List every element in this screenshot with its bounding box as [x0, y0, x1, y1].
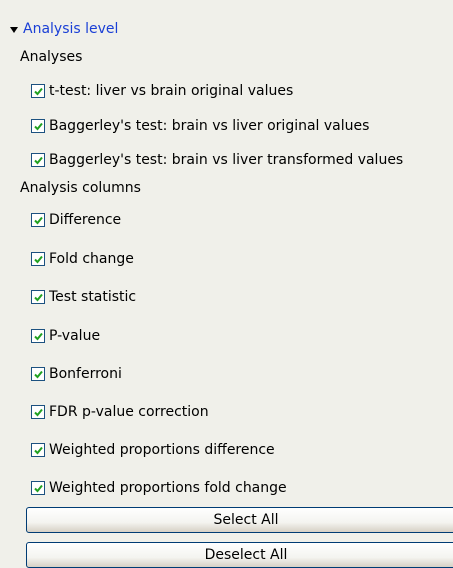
checkbox-checked-icon[interactable]	[31, 405, 45, 419]
analysis-checkbox-row[interactable]: Baggerley's test: brain vs liver transfo…	[31, 152, 403, 168]
column-checkbox-row[interactable]: FDR p-value correction	[31, 404, 209, 420]
checkbox-checked-icon[interactable]	[31, 213, 45, 227]
column-checkbox-row[interactable]: Weighted proportions difference	[31, 442, 275, 458]
checkbox-checked-icon[interactable]	[31, 84, 45, 98]
checkbox-checked-icon[interactable]	[31, 290, 45, 304]
checkbox-checked-icon[interactable]	[31, 481, 45, 495]
column-checkbox-row[interactable]: Difference	[31, 212, 121, 228]
select-all-button[interactable]: Select All	[26, 507, 453, 533]
checkbox-label: t-test: liver vs brain original values	[49, 83, 294, 99]
checkbox-checked-icon[interactable]	[31, 119, 45, 133]
analysis-level-panel: Analysis level Analyses t-test: liver vs…	[0, 0, 453, 568]
analysis-level-toggle[interactable]: Analysis level	[10, 21, 118, 37]
checkbox-checked-icon[interactable]	[31, 367, 45, 381]
checkbox-checked-icon[interactable]	[31, 329, 45, 343]
deselect-all-button[interactable]: Deselect All	[26, 542, 453, 568]
checkbox-checked-icon[interactable]	[31, 252, 45, 266]
checkbox-label: Weighted proportions fold change	[49, 480, 287, 496]
checkbox-label: Baggerley's test: brain vs liver transfo…	[49, 152, 404, 168]
checkbox-label: P-value	[49, 328, 101, 344]
section-title: Analysis level	[23, 21, 119, 37]
checkbox-checked-icon[interactable]	[31, 153, 45, 167]
checkbox-label: Bonferroni	[49, 366, 122, 382]
checkbox-checked-icon[interactable]	[31, 443, 45, 457]
column-checkbox-row[interactable]: Fold change	[31, 251, 134, 267]
column-checkbox-row[interactable]: Bonferroni	[31, 366, 122, 382]
checkbox-label: FDR p-value correction	[49, 404, 209, 420]
checkbox-label: Baggerley's test: brain vs liver origina…	[49, 118, 370, 134]
analysis-checkbox-row[interactable]: Baggerley's test: brain vs liver origina…	[31, 118, 369, 134]
expanded-triangle-icon	[10, 26, 18, 33]
column-checkbox-row[interactable]: Test statistic	[31, 289, 136, 305]
checkbox-label: Fold change	[49, 251, 134, 267]
analysis-checkbox-row[interactable]: t-test: liver vs brain original values	[31, 83, 293, 99]
checkbox-label: Weighted proportions difference	[49, 442, 275, 458]
analyses-group-label: Analyses	[20, 49, 83, 65]
checkbox-label: Test statistic	[49, 289, 137, 305]
column-checkbox-row[interactable]: Weighted proportions fold change	[31, 480, 287, 496]
analysis-columns-group-label: Analysis columns	[20, 180, 141, 196]
checkbox-label: Difference	[49, 212, 122, 228]
column-checkbox-row[interactable]: P-value	[31, 328, 100, 344]
